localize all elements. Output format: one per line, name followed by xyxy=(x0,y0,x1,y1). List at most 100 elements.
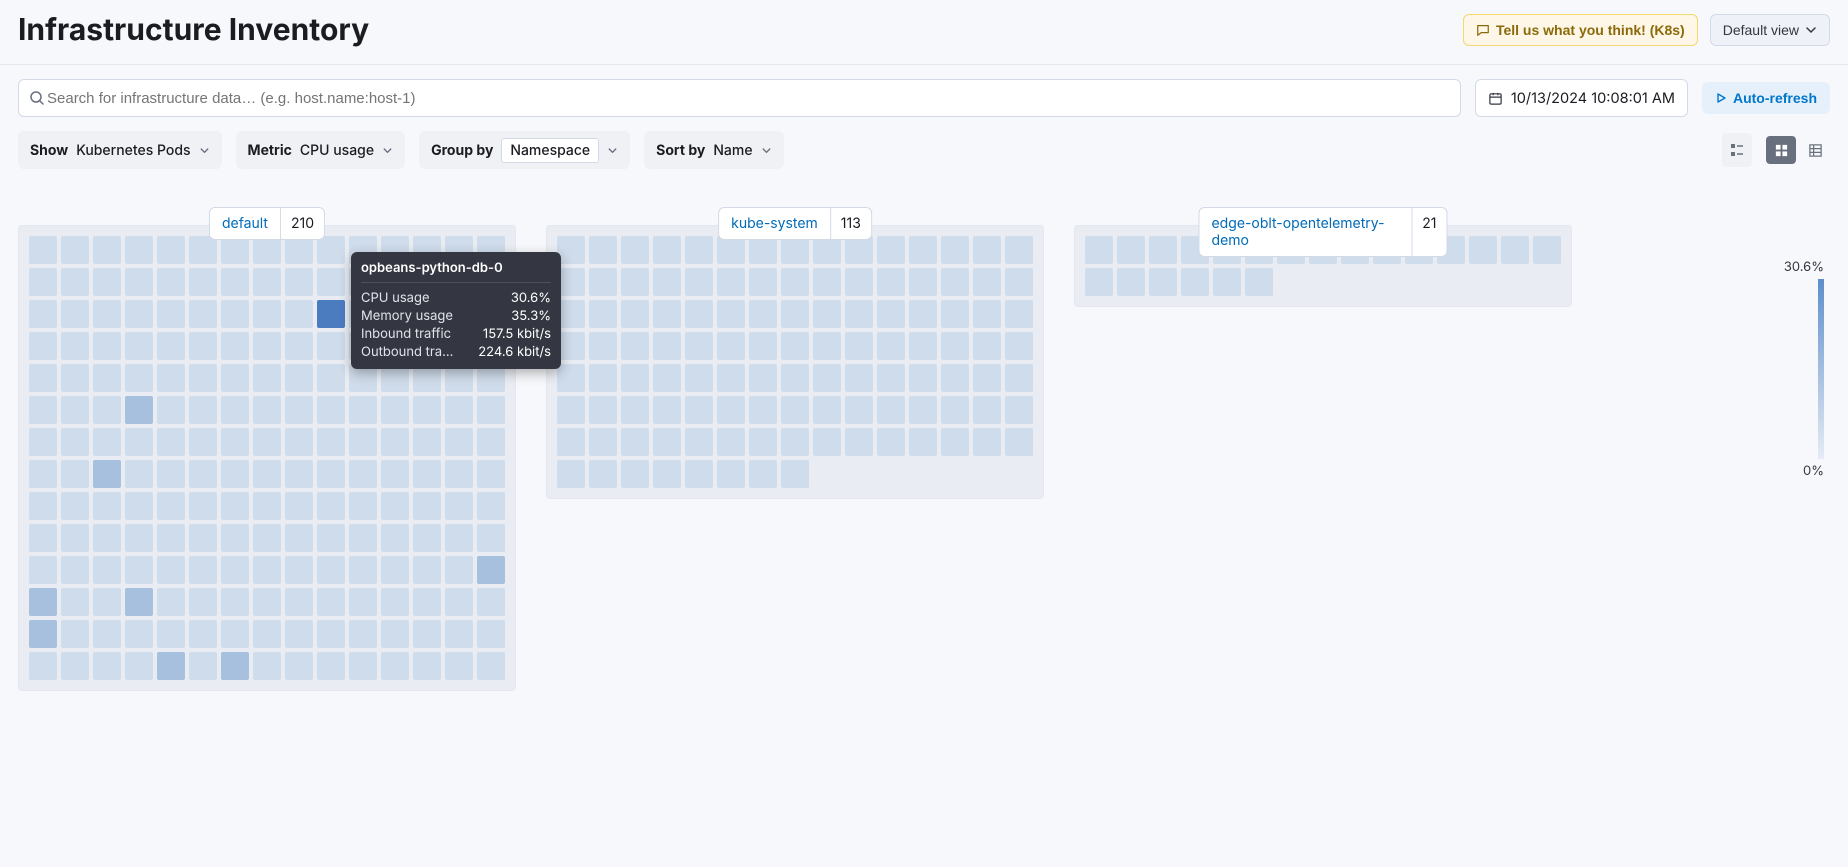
pod-tile[interactable] xyxy=(125,364,153,392)
pod-tile[interactable] xyxy=(253,524,281,552)
pod-tile[interactable] xyxy=(125,588,153,616)
pod-tile[interactable] xyxy=(29,620,57,648)
pod-tile[interactable] xyxy=(557,236,585,264)
pod-tile[interactable] xyxy=(621,460,649,488)
pod-tile[interactable] xyxy=(749,332,777,360)
pod-tile[interactable] xyxy=(317,556,345,584)
pod-tile[interactable] xyxy=(685,268,713,296)
pod-tile[interactable] xyxy=(653,332,681,360)
pod-tile[interactable] xyxy=(445,588,473,616)
sortby-filter[interactable]: Sort by Name xyxy=(644,131,783,169)
pod-tile[interactable] xyxy=(381,396,409,424)
pod-tile[interactable] xyxy=(189,524,217,552)
pod-tile[interactable] xyxy=(29,524,57,552)
pod-tile[interactable] xyxy=(157,492,185,520)
pod-tile[interactable] xyxy=(93,588,121,616)
pod-tile[interactable] xyxy=(621,364,649,392)
pod-tile[interactable] xyxy=(781,364,809,392)
pod-tile[interactable] xyxy=(253,588,281,616)
pod-tile[interactable] xyxy=(61,492,89,520)
pod-tile[interactable] xyxy=(941,332,969,360)
pod-tile[interactable] xyxy=(253,620,281,648)
pod-tile[interactable] xyxy=(845,236,873,264)
pod-tile[interactable] xyxy=(93,492,121,520)
group-name[interactable]: kube-system xyxy=(719,208,831,239)
pod-tile[interactable] xyxy=(653,396,681,424)
pod-tile[interactable] xyxy=(125,268,153,296)
pod-tile[interactable] xyxy=(413,588,441,616)
pod-tile[interactable] xyxy=(189,332,217,360)
pod-tile[interactable] xyxy=(1005,236,1033,264)
pod-tile[interactable] xyxy=(445,396,473,424)
group-tag[interactable]: kube-system113 xyxy=(718,207,872,240)
pod-tile[interactable] xyxy=(189,460,217,488)
pod-tile[interactable] xyxy=(1005,332,1033,360)
pod-tile[interactable] xyxy=(909,396,937,424)
pod-tile[interactable] xyxy=(29,268,57,296)
pod-tile[interactable] xyxy=(749,396,777,424)
pod-tile[interactable] xyxy=(381,428,409,456)
pod-tile[interactable] xyxy=(1117,268,1145,296)
pod-tile[interactable] xyxy=(285,428,313,456)
pod-tile[interactable] xyxy=(717,300,745,328)
pod-tile[interactable] xyxy=(253,428,281,456)
pod-tile[interactable] xyxy=(1213,268,1241,296)
pod-tile[interactable] xyxy=(909,332,937,360)
pod-tile[interactable] xyxy=(317,332,345,360)
pod-tile[interactable] xyxy=(1005,300,1033,328)
pod-tile[interactable] xyxy=(781,236,809,264)
pod-tile[interactable] xyxy=(253,364,281,392)
feedback-button[interactable]: Tell us what you think! (K8s) xyxy=(1463,14,1698,46)
search-input[interactable] xyxy=(45,80,1450,116)
search-input-wrap[interactable] xyxy=(18,79,1461,117)
pod-tile[interactable] xyxy=(589,236,617,264)
pod-tile[interactable] xyxy=(1533,236,1561,264)
pod-tile[interactable] xyxy=(221,588,249,616)
pod-tile[interactable] xyxy=(157,556,185,584)
pod-tile[interactable] xyxy=(189,268,217,296)
pod-tile[interactable] xyxy=(93,620,121,648)
pod-tile[interactable] xyxy=(781,268,809,296)
pod-tile[interactable] xyxy=(317,300,345,328)
pod-tile[interactable] xyxy=(61,652,89,680)
pod-tile[interactable] xyxy=(589,364,617,392)
pod-tile[interactable] xyxy=(845,364,873,392)
pod-tile[interactable] xyxy=(941,428,969,456)
pod-tile[interactable] xyxy=(157,332,185,360)
pod-tile[interactable] xyxy=(941,236,969,264)
pod-tile[interactable] xyxy=(317,620,345,648)
pod-tile[interactable] xyxy=(221,460,249,488)
pod-tile[interactable] xyxy=(125,460,153,488)
pod-tile[interactable] xyxy=(1085,236,1113,264)
pod-tile[interactable] xyxy=(221,524,249,552)
pod-tile[interactable] xyxy=(221,268,249,296)
pod-tile[interactable] xyxy=(781,300,809,328)
pod-tile[interactable] xyxy=(61,460,89,488)
pod-tile[interactable] xyxy=(93,524,121,552)
pod-tile[interactable] xyxy=(557,460,585,488)
pod-tile[interactable] xyxy=(221,332,249,360)
pod-tile[interactable] xyxy=(477,556,505,584)
pod-tile[interactable] xyxy=(253,396,281,424)
pod-tile[interactable] xyxy=(717,236,745,264)
pod-tile[interactable] xyxy=(749,460,777,488)
pod-tile[interactable] xyxy=(157,620,185,648)
pod-tile[interactable] xyxy=(845,428,873,456)
pod-tile[interactable] xyxy=(381,460,409,488)
pod-tile[interactable] xyxy=(557,428,585,456)
group-name[interactable]: default xyxy=(210,208,281,239)
pod-tile[interactable] xyxy=(1005,268,1033,296)
pod-tile[interactable] xyxy=(909,364,937,392)
pod-tile[interactable] xyxy=(93,396,121,424)
pod-tile[interactable] xyxy=(813,396,841,424)
pod-tile[interactable] xyxy=(189,396,217,424)
pod-tile[interactable] xyxy=(285,524,313,552)
pod-tile[interactable] xyxy=(877,236,905,264)
pod-tile[interactable] xyxy=(61,428,89,456)
pod-tile[interactable] xyxy=(877,364,905,392)
pod-tile[interactable] xyxy=(221,556,249,584)
pod-tile[interactable] xyxy=(349,556,377,584)
pod-tile[interactable] xyxy=(445,556,473,584)
group-tag[interactable]: edge-oblt-opentelemetry-demo21 xyxy=(1199,207,1448,257)
pod-tile[interactable] xyxy=(717,460,745,488)
